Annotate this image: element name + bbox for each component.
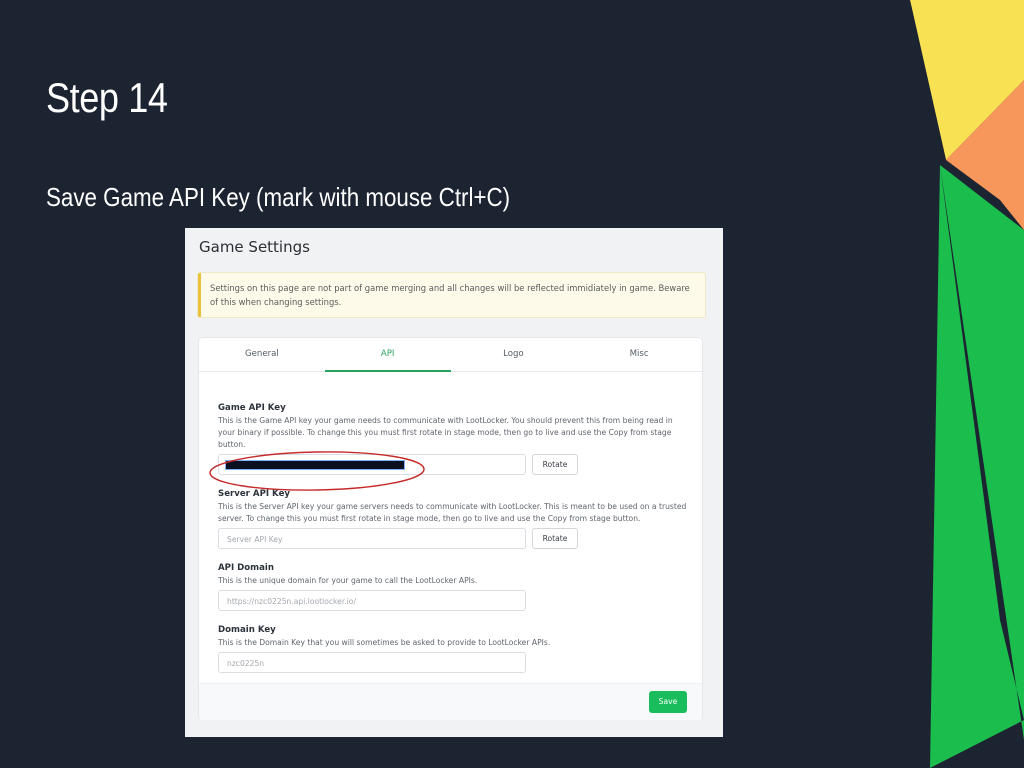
server-api-key-description: This is the Server API key your game ser… xyxy=(218,502,687,523)
slide-title: Step 14 xyxy=(46,74,168,121)
tab-misc[interactable]: Misc xyxy=(576,338,702,371)
domain-key-label: Domain Key xyxy=(218,625,276,635)
tab-logo[interactable]: Logo xyxy=(451,338,577,371)
api-domain-field[interactable]: https://nzc0225n.api.lootlocker.io/ xyxy=(218,590,526,611)
notice-text: Settings on this page are not part of ga… xyxy=(210,283,690,307)
api-domain-label: API Domain xyxy=(218,563,274,573)
save-button[interactable]: Save xyxy=(649,691,687,713)
api-domain-description: This is the unique domain for your game … xyxy=(218,576,478,585)
game-api-key-description: This is the Game API key your game needs… xyxy=(218,416,673,449)
page-title: Game Settings xyxy=(199,238,310,256)
settings-tabs: General API Logo Misc xyxy=(199,338,702,372)
deco-green-shape xyxy=(930,165,1024,768)
tab-api[interactable]: API xyxy=(324,338,451,372)
game-api-key-label: Game API Key xyxy=(218,403,286,413)
domain-key-description: This is the Domain Key that you will som… xyxy=(218,638,551,647)
rotate-game-key-button[interactable]: Rotate xyxy=(532,454,578,475)
rotate-server-key-button[interactable]: Rotate xyxy=(532,528,578,549)
card-footer: Save xyxy=(199,683,702,720)
settings-notice: Settings on this page are not part of ga… xyxy=(198,273,705,317)
annotation-circle xyxy=(209,451,425,491)
game-settings-screenshot: Game Settings Settings on this page are … xyxy=(185,228,723,737)
slide-subtitle: Save Game API Key (mark with mouse Ctrl+… xyxy=(46,182,511,212)
tab-general[interactable]: General xyxy=(199,338,325,371)
server-api-key-field[interactable]: Server API Key xyxy=(218,528,526,549)
settings-card: General API Logo Misc Game API Key This … xyxy=(199,338,702,720)
domain-key-field[interactable]: nzc0225n xyxy=(218,652,526,673)
